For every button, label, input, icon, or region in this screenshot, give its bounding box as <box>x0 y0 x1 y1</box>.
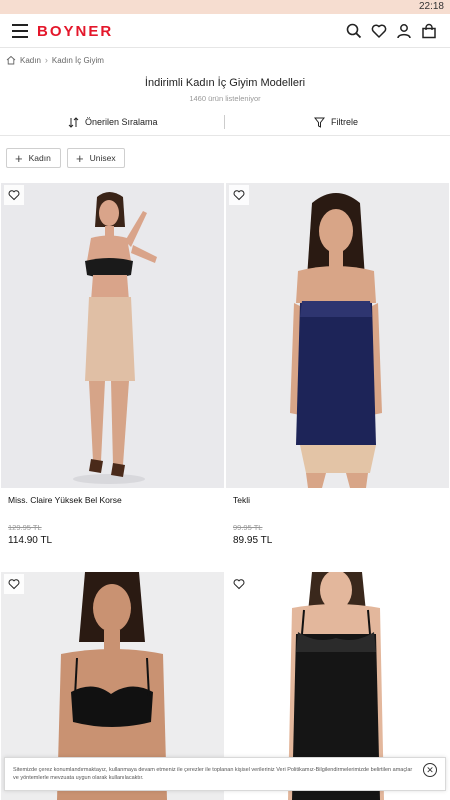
breadcrumb: Kadın › Kadın İç Giyim <box>6 53 104 67</box>
breadcrumb-item-ic-giyim[interactable]: Kadın İç Giyim <box>52 56 104 65</box>
plus-icon: + <box>15 150 23 166</box>
sort-label: Önerilen Sıralama <box>85 117 158 127</box>
cookie-text: Sitemizde çerez konumlandırmaktayız, kul… <box>13 767 413 781</box>
chip-label: Unisex <box>89 153 116 163</box>
header: BOYNER <box>0 14 450 48</box>
favorite-heart-icon[interactable] <box>4 185 24 205</box>
home-icon[interactable] <box>6 55 16 65</box>
page-title: İndirimli Kadın İç Giyim Modelleri <box>144 77 306 89</box>
chevron-right-icon: › <box>44 55 48 65</box>
product-image[interactable] <box>226 183 449 488</box>
product-old-price: 129.95 TL <box>8 523 42 532</box>
breadcrumb-item-kadin[interactable]: Kadın <box>20 56 41 65</box>
product-count: 1460 ürün listeleniyor <box>189 94 261 103</box>
close-icon[interactable]: ✕ <box>423 763 437 777</box>
chip-label: Kadın <box>28 153 51 163</box>
filter-label: Filtrele <box>331 117 359 127</box>
sort-button[interactable]: Önerilen Sıralama <box>68 115 158 129</box>
cookie-banner: Sitemizde çerez konumlandırmaktayız, kul… <box>4 757 446 791</box>
plus-icon: + <box>76 150 84 166</box>
product-name[interactable]: Tekli <box>233 495 250 505</box>
sort-filter-bar: Önerilen Sıralama Filtrele <box>0 110 450 136</box>
user-icon[interactable] <box>396 23 412 39</box>
favorite-heart-icon[interactable] <box>4 574 24 594</box>
filter-icon <box>314 117 325 128</box>
status-bar: 22:18 <box>0 0 450 14</box>
search-icon[interactable] <box>346 23 362 39</box>
toolbar-divider <box>224 115 225 129</box>
favorite-heart-icon[interactable] <box>229 185 249 205</box>
favorite-heart-icon[interactable] <box>229 574 249 594</box>
product-price: 89.95 TL <box>233 535 273 546</box>
product-image[interactable] <box>1 183 224 488</box>
filter-button[interactable]: Filtrele <box>314 115 358 129</box>
bag-icon[interactable] <box>421 23 437 39</box>
status-time: 22:18 <box>418 1 444 12</box>
sort-icon <box>68 116 79 128</box>
chip-kadin[interactable]: + Kadın <box>6 148 61 168</box>
heart-icon[interactable] <box>371 23 387 39</box>
product-name[interactable]: Miss. Claire Yüksek Bel Korse <box>8 495 122 505</box>
product-old-price: 99.95 TL <box>233 523 263 532</box>
logo[interactable]: BOYNER <box>37 23 113 40</box>
menu-icon[interactable] <box>12 24 28 38</box>
chip-unisex[interactable]: + Unisex <box>67 148 125 168</box>
product-card[interactable]: Tekli 99.95 TL 89.95 TL <box>226 183 449 568</box>
product-price: 114.90 TL <box>8 535 53 546</box>
product-card[interactable]: Miss. Claire Yüksek Bel Korse 129.95 TL … <box>1 183 224 568</box>
